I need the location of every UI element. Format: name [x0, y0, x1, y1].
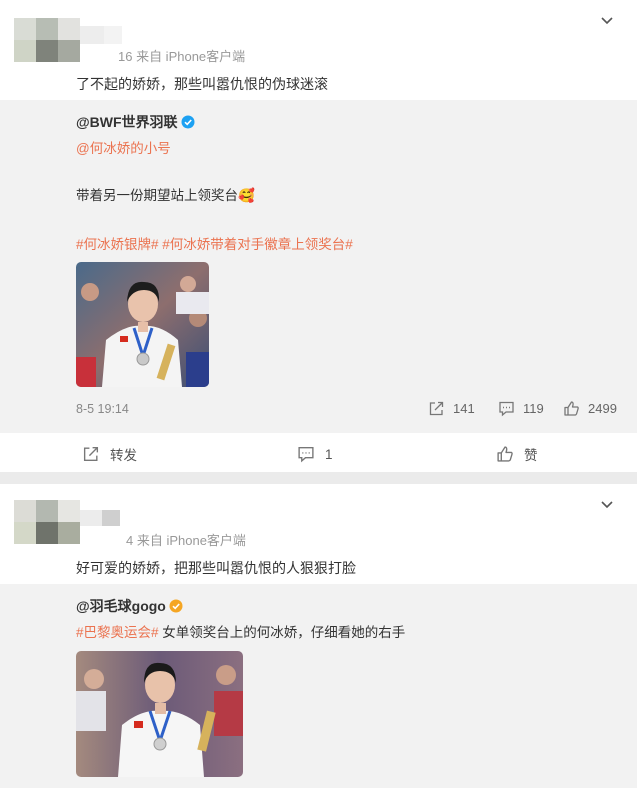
mention-link[interactable]: @何冰娇的小号: [76, 137, 171, 157]
share-icon: [83, 446, 99, 462]
repost-photo[interactable]: [76, 651, 243, 777]
thumbs-up-icon: [564, 401, 579, 416]
action-bar: 转发 1 赞: [0, 436, 637, 472]
share-button[interactable]: 转发: [82, 436, 137, 472]
repost-date: 8-5 19:14: [76, 402, 129, 416]
blurred-avatar[interactable]: [14, 500, 124, 544]
comment-icon: [298, 446, 314, 463]
repost-photo[interactable]: [76, 262, 209, 387]
comment-icon: [499, 401, 514, 417]
like-button[interactable]: 赞: [496, 436, 538, 472]
weibo-post-card: 16 来自 iPhone客户端 了不起的娇娇，那些叫嚣仇恨的伪球迷滚 @BWF世…: [0, 0, 637, 472]
thumbs-up-icon: [497, 446, 513, 462]
post-text: 好可爱的娇娇，把那些叫嚣仇恨的人狠狠打脸: [76, 560, 356, 576]
hashtag-links[interactable]: #何冰娇银牌# #何冰娇带着对手徽章上领奖台#: [76, 233, 353, 253]
share-stat[interactable]: 141: [428, 400, 475, 417]
chevron-down-icon[interactable]: [599, 496, 615, 512]
blurred-avatar[interactable]: [14, 18, 124, 62]
hashtag-link[interactable]: #巴黎奥运会#: [76, 625, 159, 640]
share-icon: [429, 401, 444, 416]
comment-button[interactable]: 1: [297, 436, 333, 472]
like-stat[interactable]: 2499: [563, 400, 617, 417]
repost-body: #巴黎奥运会# 女单领奖台上的何冰娇，仔细看她的右手: [76, 625, 406, 640]
repost-body: 带着另一份期望站上领奖台🥰: [76, 188, 255, 203]
repost-author[interactable]: @BWF世界羽联: [76, 112, 195, 132]
repost-block[interactable]: @BWF世界羽联 @何冰娇的小号 带着另一份期望站上领奖台🥰 #何冰娇银牌# #…: [0, 100, 637, 433]
repost-author[interactable]: @羽毛球gogo: [76, 596, 183, 616]
verified-orange-icon: [169, 599, 183, 613]
post-text: 了不起的娇娇，那些叫嚣仇恨的伪球迷滚: [76, 76, 328, 92]
repost-block[interactable]: @羽毛球gogo #巴黎奥运会# 女单领奖台上的何冰娇，仔细看她的右手: [0, 584, 637, 788]
post-source: 4 来自 iPhone客户端: [126, 533, 246, 548]
chevron-down-icon[interactable]: [599, 12, 615, 28]
weibo-post-card: 4 来自 iPhone客户端 好可爱的娇娇，把那些叫嚣仇恨的人狠狠打脸 @羽毛球…: [0, 484, 637, 788]
comment-stat[interactable]: 119: [498, 400, 544, 417]
post-source: 16 来自 iPhone客户端: [118, 49, 246, 64]
verified-blue-icon: [181, 115, 195, 129]
